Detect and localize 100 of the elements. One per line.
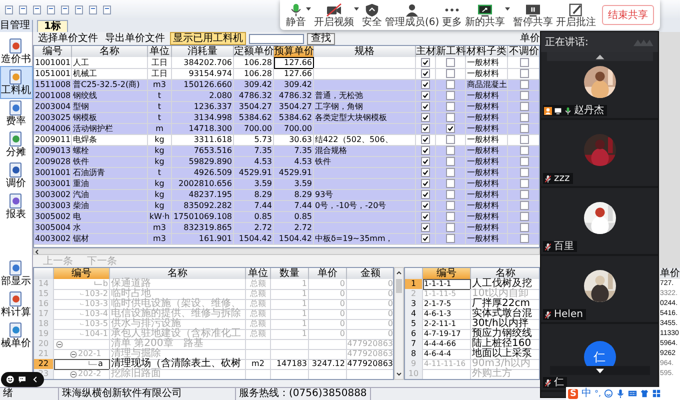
checkbox[interactable] (520, 190, 528, 199)
checkbox[interactable] (446, 113, 455, 122)
column-header[interactable]: 数量 (271, 268, 309, 279)
checkbox[interactable] (446, 102, 455, 111)
column-header[interactable]: 预算单价 (274, 46, 314, 57)
page-icon[interactable] (18, 5, 28, 15)
row-number[interactable]: 5 (405, 319, 423, 330)
collapse-icon[interactable] (56, 340, 63, 348)
checkbox[interactable] (446, 124, 455, 133)
vertical-scrollbar[interactable] (394, 267, 404, 380)
meeting-button[interactable]: 静音 (286, 2, 306, 28)
toolbar-button[interactable]: 显示已用工料机 (170, 32, 246, 45)
scroll-up-bar[interactable] (547, 52, 653, 61)
sidebar-item[interactable]: 分摊 (0, 129, 32, 160)
microphone-icon[interactable] (616, 389, 626, 398)
column-header[interactable]: 编号 (423, 268, 471, 279)
checkbox[interactable] (446, 201, 455, 210)
collapse-icon[interactable] (70, 350, 77, 358)
checkbox[interactable] (520, 91, 528, 100)
checkbox[interactable] (520, 212, 528, 221)
checkbox[interactable] (520, 234, 528, 243)
page-icon[interactable] (88, 5, 98, 15)
checkbox[interactable] (446, 168, 455, 177)
find-button[interactable]: 查找 (307, 32, 335, 44)
checkbox[interactable] (446, 234, 455, 243)
sidebar-item[interactable]: 工料机 (0, 67, 32, 98)
column-header[interactable]: 单价 (660, 268, 680, 279)
scrollbar-thumb[interactable] (396, 279, 402, 293)
toolbar-button[interactable]: 导出单价文件 (103, 33, 167, 44)
checkbox[interactable] (421, 179, 430, 188)
column-header[interactable]: 编号 (34, 46, 72, 57)
page-icon[interactable] (46, 5, 56, 15)
checkbox[interactable] (446, 58, 455, 67)
checkbox[interactable] (421, 124, 430, 133)
column-header[interactable]: 规格 (314, 46, 416, 57)
checkbox[interactable] (520, 179, 528, 188)
input-method-logo[interactable]: S (568, 388, 578, 398)
meeting-button[interactable]: 开启视频 (314, 2, 354, 28)
checkbox[interactable] (421, 168, 430, 177)
meeting-button[interactable]: 开启批注 (556, 2, 596, 28)
column-header[interactable]: 单价 (309, 268, 347, 279)
page-icon[interactable] (4, 5, 14, 15)
column-header[interactable]: 名称 (72, 46, 148, 57)
sidebar-item[interactable]: 部显示 (0, 258, 32, 289)
checkbox[interactable] (421, 234, 430, 243)
search-field[interactable] (249, 34, 304, 44)
end-share-button[interactable]: 结束共享 (602, 5, 654, 25)
page-icon[interactable] (74, 5, 84, 15)
sidebar-item[interactable]: 调价 (0, 160, 32, 191)
toolbar-button[interactable]: 选择单价文件 (36, 33, 100, 44)
checkbox[interactable] (446, 91, 455, 100)
row-number[interactable]: 6 (405, 329, 423, 340)
column-header[interactable]: 材料子类 (466, 46, 508, 57)
checkbox[interactable] (421, 223, 430, 232)
checkbox[interactable] (421, 157, 430, 166)
row-number[interactable]: 7 (405, 339, 423, 350)
checkbox[interactable] (446, 212, 455, 221)
checkbox[interactable] (520, 223, 528, 232)
checkbox[interactable] (520, 102, 528, 111)
punctuation-button[interactable]: °, (594, 388, 602, 399)
input-mode-button[interactable]: 中 (581, 388, 592, 399)
row-number[interactable]: 22 (34, 359, 54, 370)
checkbox[interactable] (421, 212, 430, 221)
checkbox[interactable] (446, 69, 455, 78)
column-header[interactable]: 单位 (246, 268, 271, 279)
row-number[interactable]: 3 (405, 299, 423, 310)
meeting-button[interactable]: 暂停共享 (513, 2, 554, 28)
row-number[interactable]: 1 (405, 279, 423, 290)
checkbox[interactable] (446, 80, 455, 89)
keyboard-icon[interactable] (628, 389, 638, 398)
checkbox[interactable] (421, 58, 430, 67)
caret-icon[interactable] (306, 6, 311, 10)
checkbox[interactable] (520, 146, 528, 155)
caret-icon[interactable] (354, 6, 359, 10)
page-icon[interactable] (60, 5, 70, 15)
checkbox[interactable] (446, 146, 455, 155)
checkbox[interactable] (520, 168, 528, 177)
shirt-icon[interactable] (640, 389, 650, 398)
checkbox[interactable] (520, 69, 528, 78)
sidebar-header[interactable]: 目管理 (0, 20, 33, 32)
checkbox[interactable] (520, 113, 528, 122)
meeting-button[interactable]: 管理成员(6) (385, 2, 440, 28)
checkbox[interactable] (421, 91, 430, 100)
checkbox[interactable] (421, 69, 430, 78)
column-header[interactable]: 单位 (148, 46, 172, 57)
sidebar-item[interactable]: 报表 (0, 191, 32, 222)
column-header[interactable]: 名称 (110, 268, 246, 279)
grid-icon[interactable] (652, 389, 662, 398)
page-icon[interactable] (32, 5, 42, 15)
chat-icon[interactable] (18, 375, 27, 384)
checkbox[interactable] (421, 146, 430, 155)
checkbox[interactable] (446, 179, 455, 188)
meeting-button[interactable]: 新的共享 (465, 2, 506, 28)
column-header[interactable]: 消耗量 (172, 46, 234, 57)
checkbox[interactable] (520, 157, 528, 166)
checkbox[interactable] (421, 135, 430, 144)
checkbox[interactable] (421, 80, 430, 89)
checkbox[interactable] (520, 201, 528, 210)
checkbox[interactable] (446, 223, 455, 232)
checkbox[interactable] (421, 201, 430, 210)
